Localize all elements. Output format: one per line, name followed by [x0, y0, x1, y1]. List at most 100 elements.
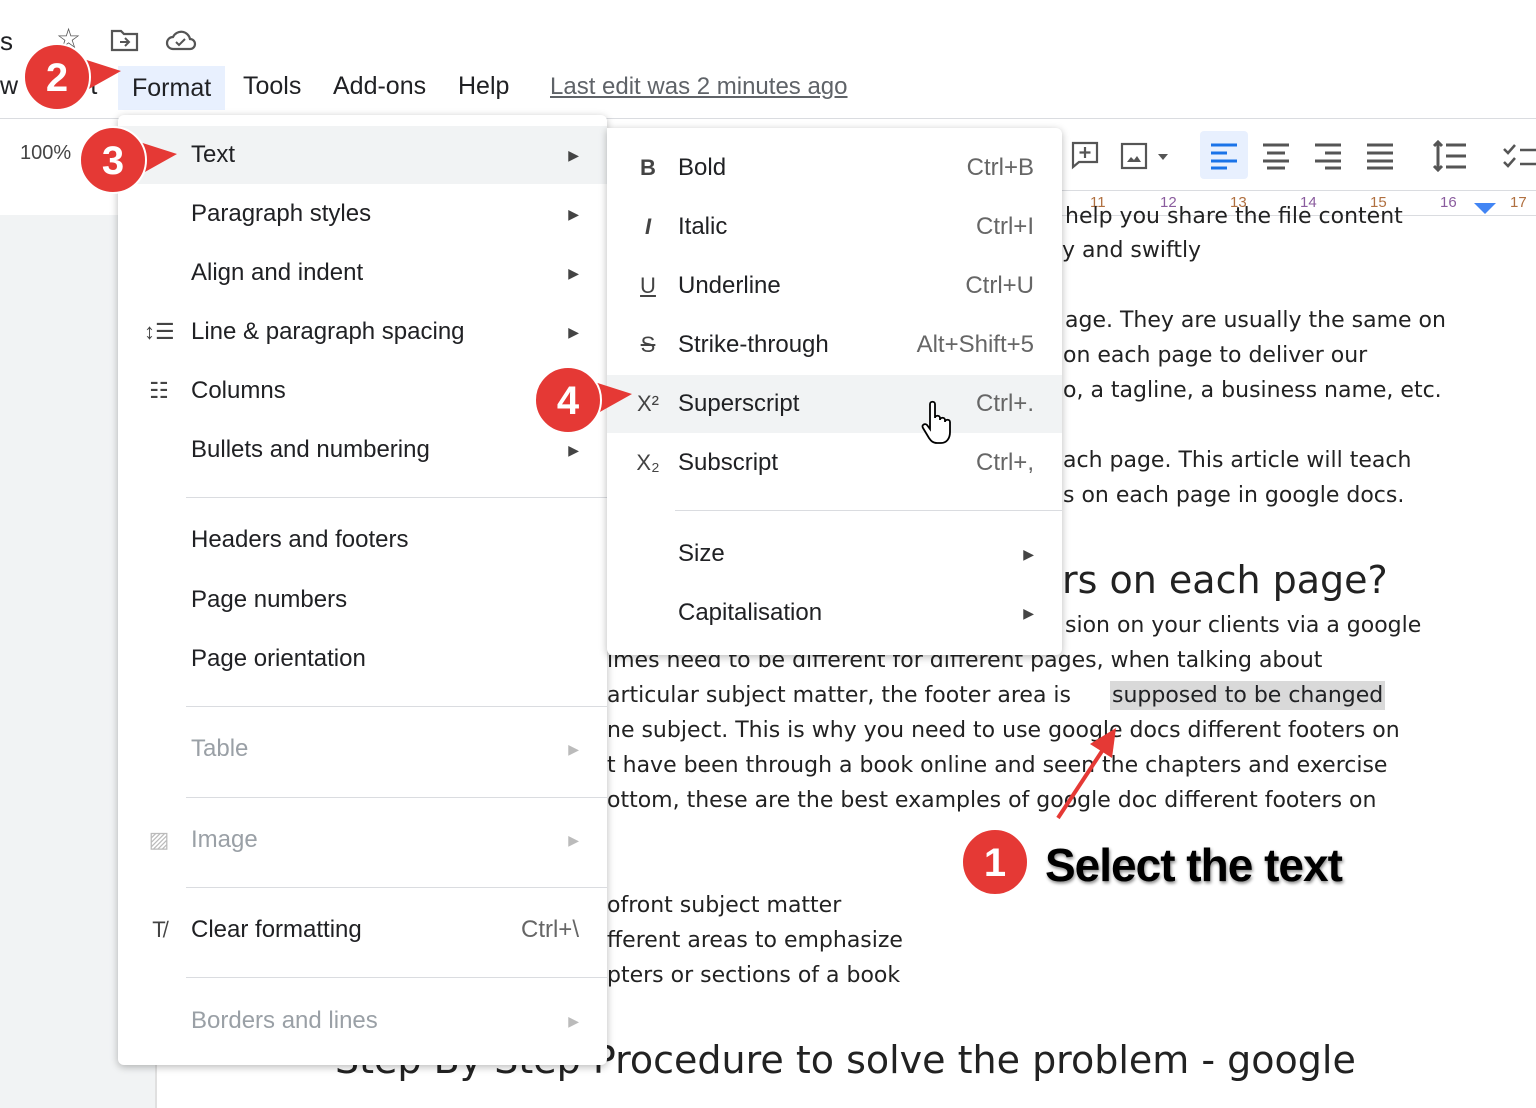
- menu-item-table[interactable]: Table ▶: [118, 720, 607, 778]
- submenu-arrow-icon: ▶: [1023, 604, 1034, 621]
- submenu-arrow-icon: ▶: [568, 1012, 579, 1029]
- menu-item-label: Table: [191, 735, 249, 762]
- menu-item-label: Italic: [678, 213, 728, 240]
- menu-tools[interactable]: Tools: [243, 72, 301, 101]
- submenu-arrow-icon: ▶: [568, 740, 579, 757]
- selected-text[interactable]: supposed to be changed: [1110, 681, 1386, 710]
- menu-item-superscript[interactable]: X² Superscript Ctrl+.: [607, 375, 1062, 433]
- arrow-annotation: [1056, 728, 1116, 820]
- menu-divider: [186, 797, 607, 798]
- doc-line[interactable]: on each page to deliver our: [1063, 343, 1367, 368]
- svg-text:2: 2: [46, 56, 68, 100]
- doc-line[interactable]: articular subject matter, the footer are…: [607, 683, 1071, 708]
- step-badge-2: 2: [23, 43, 121, 111]
- cloud-saved-icon[interactable]: [165, 28, 197, 52]
- menu-item-label: Page numbers: [191, 586, 348, 613]
- menu-divider: [186, 706, 607, 707]
- align-right-icon[interactable]: [1314, 142, 1344, 170]
- doc-title-fragment: s: [0, 26, 13, 56]
- menu-item-image[interactable]: ▨ Image ▶: [118, 811, 607, 869]
- right-indent-marker[interactable]: [1474, 203, 1496, 214]
- ruler-tick: 16: [1440, 194, 1457, 211]
- menu-item-page-numbers[interactable]: Page numbers: [118, 571, 607, 629]
- menu-item-label: Columns: [191, 377, 286, 404]
- submenu-arrow-icon: ▶: [568, 264, 579, 281]
- bold-icon: B: [640, 155, 656, 180]
- checklist-icon[interactable]: [1502, 142, 1536, 170]
- strikethrough-icon: S: [640, 332, 656, 357]
- doc-line[interactable]: fferent areas to emphasize: [607, 928, 903, 953]
- doc-line[interactable]: sion on your clients via a google: [1065, 613, 1421, 638]
- doc-line[interactable]: ach page. This article will teach: [1063, 448, 1411, 473]
- menu-item-strike-through[interactable]: S Strike-through Alt+Shift+5: [607, 316, 1062, 374]
- shortcut: Ctrl+\: [520, 916, 579, 943]
- menu-item-label: Clear formatting: [191, 916, 362, 943]
- menu-format[interactable]: Format: [118, 66, 226, 110]
- align-center-icon[interactable]: [1262, 142, 1292, 170]
- insert-image-icon[interactable]: [1120, 142, 1176, 170]
- menu-item-italic[interactable]: I Italic Ctrl+I: [607, 198, 1062, 256]
- menu-item-size[interactable]: Size ▶: [607, 525, 1062, 583]
- doc-line[interactable]: ottom, these are the best examples of go…: [607, 788, 1376, 813]
- submenu-arrow-icon: ▶: [568, 441, 579, 458]
- doc-line[interactable]: age. They are usually the same on: [1065, 308, 1446, 333]
- submenu-arrow-icon: ▶: [568, 323, 579, 340]
- columns-icon: ☷: [149, 378, 169, 403]
- line-spacing-icon[interactable]: [1432, 140, 1468, 172]
- doc-line[interactable]: o, a tagline, a business name, etc.: [1063, 378, 1442, 403]
- menu-item-paragraph-styles[interactable]: Paragraph styles ▶: [118, 185, 607, 243]
- menu-item-page-orientation[interactable]: Page orientation: [118, 630, 607, 688]
- menu-item-label: Size: [678, 540, 725, 567]
- menu-item-subscript[interactable]: X₂ Subscript Ctrl+,: [607, 434, 1062, 492]
- add-comment-icon[interactable]: [1070, 140, 1100, 170]
- menu-item-clear-formatting[interactable]: T̸ Clear formatting Ctrl+\: [118, 901, 607, 959]
- step-badge-4: 4: [534, 366, 632, 434]
- menu-item-capitalisation[interactable]: Capitalisation ▶: [607, 584, 1062, 642]
- menu-item-text[interactable]: Text ▶: [118, 126, 607, 184]
- menu-item-label: Headers and footers: [191, 526, 409, 553]
- doc-line[interactable]: ne subject. This is why you need to use …: [607, 718, 1400, 743]
- line-spacing-icon: ↕☰: [144, 319, 175, 344]
- shortcut: Ctrl+I: [975, 213, 1034, 240]
- zoom-select[interactable]: 100%: [20, 142, 71, 165]
- menu-item-label: Page orientation: [191, 645, 366, 672]
- submenu-arrow-icon: ▶: [568, 831, 579, 848]
- submenu-arrow-icon: ▶: [568, 205, 579, 222]
- menu-help[interactable]: Help: [458, 72, 509, 101]
- doc-line[interactable]: pters or sections of a book: [607, 963, 900, 988]
- menu-item-line-paragraph-spacing[interactable]: ↕☰ Line & paragraph spacing ▶: [118, 303, 607, 361]
- doc-line[interactable]: y and swiftly: [1062, 238, 1201, 263]
- menu-item-borders-and-lines[interactable]: Borders and lines ▶: [118, 992, 607, 1050]
- doc-line[interactable]: s on each page in google docs.: [1063, 483, 1404, 508]
- menu-item-align-and-indent[interactable]: Align and indent ▶: [118, 244, 607, 302]
- justify-icon[interactable]: [1366, 142, 1396, 170]
- doc-line[interactable]: help you share the file content: [1065, 204, 1403, 229]
- menu-item-label: Align and indent: [191, 259, 364, 286]
- menu-addons[interactable]: Add-ons: [333, 72, 426, 101]
- menu-divider: [186, 497, 607, 498]
- menu-item-headers-and-footers[interactable]: Headers and footers: [118, 511, 607, 569]
- last-edit-link[interactable]: Last edit was 2 minutes ago: [550, 73, 848, 101]
- doc-line[interactable]: t have been through a book online and se…: [607, 753, 1387, 778]
- menu-item-label: Paragraph styles: [191, 200, 372, 227]
- menu-view-partial[interactable]: w: [0, 72, 18, 101]
- format-menu: Text ▶ Paragraph styles ▶ Align and indent ▶ ↕…: [118, 115, 607, 1065]
- menu-divider: [186, 977, 607, 978]
- menu-item-label: Bullets and numbering: [191, 436, 430, 463]
- subscript-icon: X₂: [636, 450, 660, 475]
- doc-line[interactable]: ofront subject matter: [607, 893, 841, 918]
- shortcut: Ctrl+.: [975, 390, 1034, 417]
- menu-item-label: Subscript: [678, 449, 779, 476]
- menu-item-underline[interactable]: U Underline Ctrl+U: [607, 257, 1062, 315]
- heading-partial[interactable]: rs on each page?: [1062, 558, 1388, 602]
- menu-item-bold[interactable]: B Bold Ctrl+B: [607, 139, 1062, 197]
- submenu-arrow-icon: ▶: [1023, 545, 1034, 562]
- menu-item-label: Capitalisation: [678, 599, 823, 626]
- shortcut: Ctrl+U: [965, 272, 1034, 299]
- menu-item-label: Line & paragraph spacing: [191, 318, 465, 345]
- svg-text:4: 4: [557, 379, 580, 423]
- menu-divider: [186, 887, 607, 888]
- callout-select-text: Select the text: [1045, 839, 1343, 891]
- svg-text:3: 3: [102, 139, 124, 183]
- hand-cursor-icon: [921, 400, 951, 444]
